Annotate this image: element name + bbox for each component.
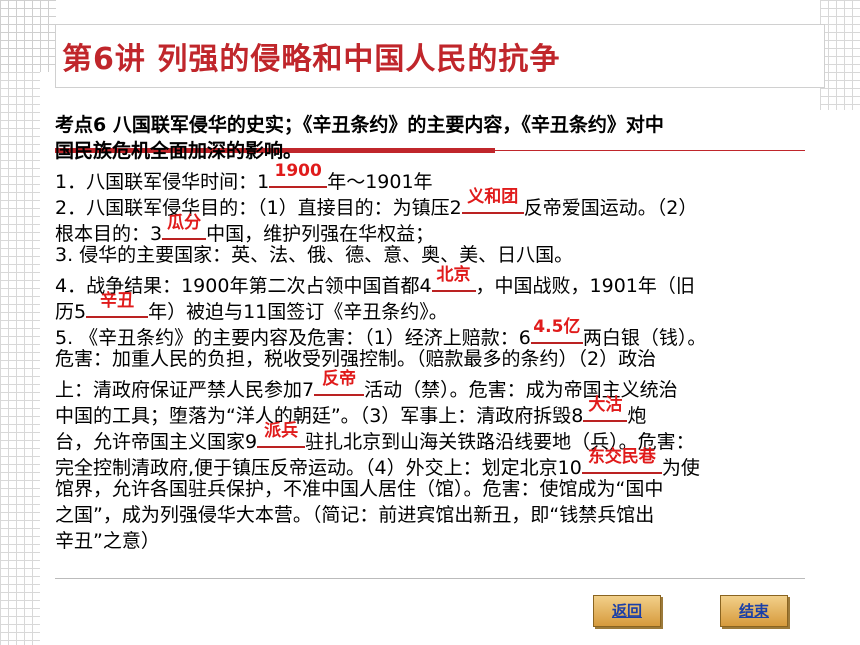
- back-button[interactable]: 返回: [593, 595, 661, 627]
- content-line: 馆界，允许各国驻兵保护，不准中国人居住（馆）。危害：使馆成为“国中: [55, 476, 855, 502]
- answer-blank: 反帝: [314, 369, 365, 396]
- answer-blank: 东交民巷: [581, 447, 662, 474]
- decorative-grid-right: [820, 0, 860, 110]
- answer-text: 4.5亿: [533, 317, 581, 337]
- line-text: 3. 侵华的主要国家：英、法、俄、德、意、奥、美、日八国。: [55, 244, 574, 266]
- content-line: 完全控制清政府,便于镇压反帝运动。（4）外交上：划定北京10 东交民巷 为使: [55, 447, 855, 479]
- line-text: 辛丑”之意）: [55, 530, 160, 552]
- content-line: 考点6 八国联军侵华的史实；《辛丑条约》的主要内容，《辛丑条约》对中: [55, 112, 855, 138]
- answer-text: 派兵: [264, 421, 299, 441]
- decorative-grid-left: [0, 72, 40, 645]
- content-line: 台，允许帝国主义国家9 派兵 驻扎北京到山海关铁路沿线要地（兵）。危害：: [55, 421, 855, 453]
- answer-blank: 1900: [269, 161, 328, 188]
- answer-text: 瓜分: [167, 213, 202, 233]
- answer-blank: 大沽: [583, 395, 628, 422]
- lesson-content: 考点6 八国联军侵华的史实；《辛丑条约》的主要内容，《辛丑条约》对中 国民族危机全…: [55, 112, 855, 554]
- line-text: 考点6 八国联军侵华的史实；《辛丑条约》的主要内容，《辛丑条约》对中: [55, 114, 664, 136]
- content-line: 中国的工具；堕落为“洋人的朝廷”。（3）军事上：清政府拆毁8 大沽炮: [55, 395, 855, 427]
- answer-blank: 义和团: [461, 187, 524, 214]
- answer-text: 东交民巷: [587, 447, 656, 467]
- content-line: 之国”，成为列强侵华大本营。（简记：前进宾馆出新丑，即“钱禁兵馆出: [55, 502, 855, 528]
- answer-text: 辛丑: [100, 291, 135, 311]
- answer-blank: 派兵: [257, 421, 306, 448]
- content-line: 危害：加重人民的负担，税收受列强控制。（赔款最多的条约）（2）政治: [55, 346, 855, 372]
- page-title: 第6讲 列强的侵略和中国人民的抗争: [62, 42, 561, 77]
- answer-blank: 北京: [431, 265, 476, 292]
- line-text: 国民族危机全面加深的影响。: [55, 140, 303, 162]
- answer-text: 反帝: [322, 369, 357, 389]
- content-line: 历5 辛丑 年）被迫与11国签订《辛丑条约》。: [55, 291, 855, 323]
- answer-blank: 瓜分: [162, 213, 207, 240]
- line-text: 馆界，允许各国驻兵保护，不准中国人居住（馆）。危害：使馆成为“国中: [55, 478, 664, 500]
- content-line: 5. 《辛丑条约》的主要内容及危害：（1）经济上赔款：6 4.5亿 两白银（钱）。: [55, 317, 855, 349]
- end-button[interactable]: 结束: [720, 595, 788, 627]
- answer-text: 1900: [274, 161, 322, 181]
- answer-text: 北京: [436, 265, 471, 285]
- answer-text: 义和团: [467, 187, 519, 207]
- content-line: 根本目的：3 瓜分 中国，维护列强在华权益；: [55, 213, 855, 245]
- content-line: 上：清政府保证严禁人民参加7 反帝 活动（禁）。危害：成为帝国主义统治: [55, 369, 855, 401]
- content-line: 辛丑”之意）: [55, 528, 855, 554]
- answer-blank: 辛丑: [86, 291, 149, 318]
- line-text: 之国”，成为列强侵华大本营。（简记：前进宾馆出新丑，即“钱禁兵馆出: [55, 504, 655, 526]
- content-line: 1．八国联军侵华时间：1 1900 年～1901年: [55, 161, 855, 193]
- bottom-divider: [55, 578, 805, 579]
- content-line: 4．战争结果：1900年第二次占领中国首都4 北京 ，中国战败，1901年（旧: [55, 265, 855, 297]
- decorative-grid-top: [0, 0, 56, 72]
- answer-text: 大沽: [588, 395, 623, 415]
- content-line: 国民族危机全面加深的影响。: [55, 138, 855, 164]
- answer-blank: 4.5亿: [530, 317, 583, 344]
